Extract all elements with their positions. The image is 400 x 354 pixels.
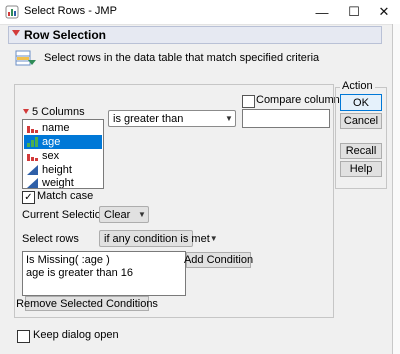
maximize-button[interactable]: ☐ bbox=[336, 0, 372, 24]
close-icon: ✕ bbox=[378, 4, 390, 19]
column-item-height[interactable]: height bbox=[24, 163, 102, 177]
column-label: name bbox=[42, 122, 70, 134]
keep-dialog-open-checkbox[interactable] bbox=[17, 330, 30, 343]
jmp-app-icon bbox=[5, 5, 19, 19]
current-selection-label: Current Selection bbox=[22, 209, 107, 221]
select-rows-label: Select rows bbox=[22, 233, 79, 245]
remove-conditions-button[interactable]: Remove Selected Conditions bbox=[16, 296, 158, 311]
column-label: sex bbox=[42, 150, 60, 162]
description-text: Select rows in the data table that match… bbox=[44, 52, 320, 64]
minimize-button[interactable]: — bbox=[304, 0, 340, 24]
cancel-button[interactable]: Cancel bbox=[340, 113, 382, 129]
columns-header: 5 Columns bbox=[32, 106, 85, 118]
match-case-label: Match case bbox=[37, 190, 94, 202]
continuous-triangle-icon bbox=[27, 178, 38, 188]
disclosure-triangle-icon[interactable] bbox=[12, 30, 20, 36]
compare-column-checkbox[interactable] bbox=[242, 95, 255, 108]
ok-button[interactable]: OK bbox=[340, 94, 382, 111]
select-rows-select[interactable]: if any condition is met ▼ bbox=[99, 230, 218, 247]
column-item-weight[interactable]: weight bbox=[24, 176, 102, 189]
columns-disclosure-icon[interactable] bbox=[23, 109, 29, 114]
nominal-bars-icon bbox=[27, 154, 38, 161]
column-item-sex[interactable]: sex bbox=[24, 149, 102, 163]
condition-item[interactable]: Is Missing( :age ) bbox=[26, 254, 110, 266]
background-window-edge bbox=[392, 24, 400, 354]
column-label: age bbox=[42, 136, 61, 148]
compare-column-label: Compare column bbox=[256, 94, 340, 106]
condition-operator-value: is greater than bbox=[113, 112, 184, 125]
help-button[interactable]: Help bbox=[340, 161, 382, 177]
action-group-label: Action bbox=[340, 80, 375, 92]
window-title: Select Rows - JMP bbox=[24, 5, 117, 17]
outline-title: Row Selection bbox=[24, 28, 107, 42]
current-selection-select[interactable]: Clear ▼ bbox=[99, 206, 149, 223]
column-label: weight bbox=[42, 177, 74, 189]
condition-value-input[interactable] bbox=[242, 109, 330, 128]
close-button[interactable]: ✕ bbox=[368, 0, 400, 24]
keep-dialog-open-label: Keep dialog open bbox=[33, 329, 119, 341]
nominal-bars-icon bbox=[27, 126, 38, 133]
conditions-list[interactable]: Is Missing( :age ) age is greater than 1… bbox=[22, 251, 186, 296]
column-label: height bbox=[42, 164, 72, 176]
chevron-down-icon: ▼ bbox=[209, 234, 218, 243]
match-case-checkbox[interactable]: ✓ bbox=[22, 191, 35, 204]
condition-operator-select[interactable]: is greater than ▼ bbox=[108, 110, 236, 127]
continuous-triangle-icon bbox=[27, 165, 38, 175]
maximize-icon: ☐ bbox=[348, 4, 360, 19]
minimize-icon: — bbox=[315, 4, 329, 20]
current-selection-value: Clear bbox=[104, 208, 131, 221]
condition-item[interactable]: age is greater than 16 bbox=[26, 267, 133, 279]
column-item-age[interactable]: age bbox=[24, 135, 102, 149]
chevron-down-icon: ▼ bbox=[225, 114, 233, 123]
chevron-down-icon: ▼ bbox=[138, 210, 146, 219]
select-rows-value: if any condition is met bbox=[104, 232, 210, 245]
recall-button[interactable]: Recall bbox=[340, 143, 382, 159]
add-condition-button[interactable]: Add Condition bbox=[184, 252, 253, 268]
select-rows-icon bbox=[15, 50, 36, 66]
column-item-name[interactable]: name bbox=[24, 121, 102, 135]
column-list[interactable]: name age sex height weight bbox=[22, 119, 104, 189]
ordinal-bars-icon bbox=[27, 137, 38, 147]
check-icon: ✓ bbox=[24, 191, 33, 203]
